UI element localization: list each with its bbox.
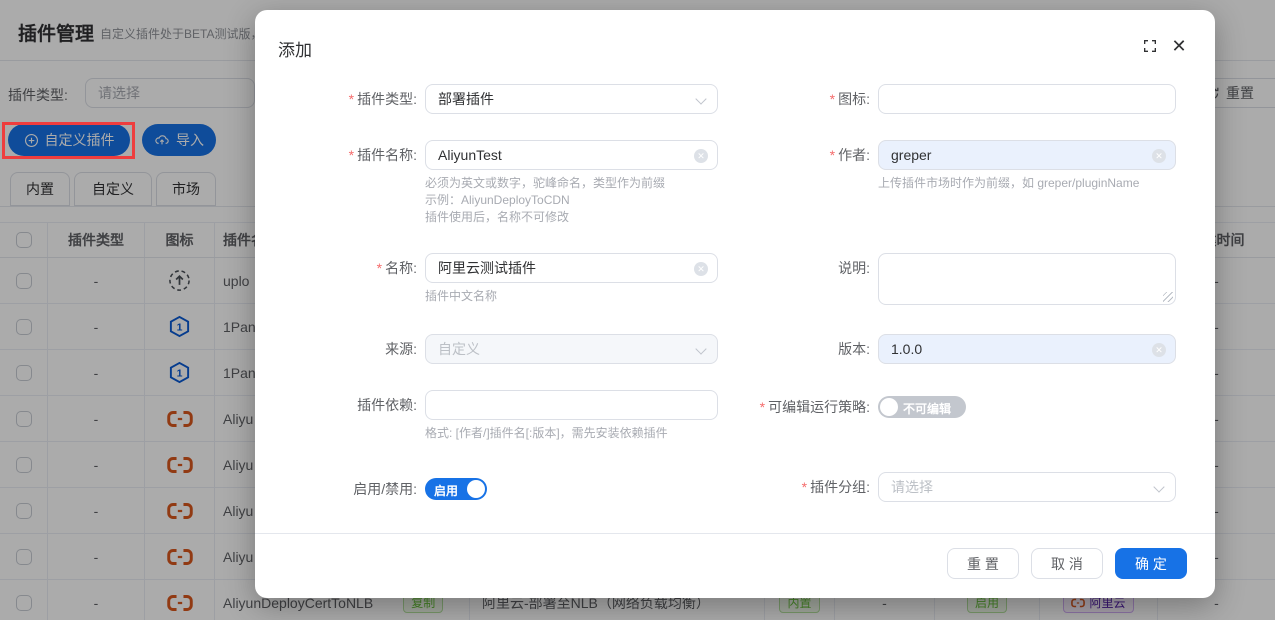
- author-help: 上传插件市场时作为前缀，如 greper/pluginName: [878, 175, 1176, 192]
- plugin-type-value: 部署插件: [438, 89, 494, 109]
- plugin-name-help-3: 插件使用后，名称不可修改: [425, 209, 718, 226]
- plugin-group-select[interactable]: 请选择: [878, 472, 1176, 502]
- enabled-toggle[interactable]: 启用: [425, 478, 487, 500]
- required-asterisk: *: [349, 91, 354, 107]
- description-textarea[interactable]: [878, 253, 1176, 305]
- author-value: greper: [891, 147, 931, 163]
- form-item-plugin-type: *插件类型: 部署插件: [275, 84, 718, 114]
- fullscreen-icon[interactable]: [1141, 37, 1159, 55]
- icon-input[interactable]: [878, 84, 1176, 114]
- name-input[interactable]: 阿里云测试插件 ✕: [425, 253, 718, 283]
- source-value: 自定义: [438, 339, 480, 359]
- enabled-state: 启用: [434, 482, 458, 499]
- plugin-group-placeholder: 请选择: [891, 477, 933, 497]
- plugin-name-input[interactable]: AliyunTest ✕: [425, 140, 718, 170]
- name-value: 阿里云测试插件: [438, 258, 536, 278]
- name-help: 插件中文名称: [425, 288, 718, 305]
- form-item-source: 来源: 自定义: [275, 334, 718, 364]
- source-select: 自定义: [425, 334, 718, 364]
- form-item-icon: *图标:: [685, 84, 1176, 114]
- author-input[interactable]: greper ✕: [878, 140, 1176, 170]
- form-item-version: 版本: 1.0.0 ✕: [685, 334, 1176, 364]
- edit-policy-state: 不可编辑: [903, 400, 951, 417]
- form-item-group: *插件分组: 请选择: [685, 472, 1176, 502]
- form-item-author: *作者: greper ✕ 上传插件市场时作为前缀，如 greper/plugi…: [685, 140, 1176, 192]
- toggle-knob: [467, 480, 485, 498]
- form-item-edit-policy: *可编辑运行策略: 不可编辑: [685, 392, 966, 422]
- highlight-red-box: [2, 122, 135, 159]
- dialog-footer: 重 置 取 消 确 定: [947, 548, 1187, 579]
- form-item-dependencies: 插件依赖: 格式: [作者/]插件名[:版本]，需先安装依赖插件: [275, 390, 718, 442]
- toggle-knob: [880, 398, 898, 416]
- dialog-title: 添加: [278, 36, 312, 61]
- plugin-name-help-1: 必须为英文或数字，驼峰命名，类型作为前缀: [425, 175, 718, 192]
- required-asterisk: *: [377, 260, 382, 276]
- dependencies-input[interactable]: [425, 390, 718, 420]
- resize-handle-icon[interactable]: [1163, 292, 1173, 302]
- required-asterisk: *: [830, 147, 835, 163]
- plugin-name-help-2: 示例：AliyunDeployToCDN: [425, 192, 718, 209]
- form-item-enabled: 启用/禁用: 启用: [275, 474, 487, 504]
- required-asterisk: *: [760, 399, 765, 415]
- form-item-plugin-name: *插件名称: AliyunTest ✕ 必须为英文或数字，驼峰命名，类型作为前缀…: [275, 140, 718, 226]
- edit-policy-toggle[interactable]: 不可编辑: [878, 396, 966, 418]
- clear-icon[interactable]: ✕: [1152, 343, 1166, 357]
- dependencies-help: 格式: [作者/]插件名[:版本]，需先安装依赖插件: [425, 425, 718, 442]
- required-asterisk: *: [830, 91, 835, 107]
- confirm-button[interactable]: 确 定: [1115, 548, 1187, 579]
- screen: 插件管理 自定义插件处于BETA测试版， 插件类型: 请选择 重置 自定义插件 …: [0, 0, 1275, 620]
- version-value: 1.0.0: [891, 341, 922, 357]
- plugin-name-value: AliyunTest: [438, 147, 502, 163]
- required-asterisk: *: [802, 479, 807, 495]
- chevron-down-icon: [1153, 481, 1164, 492]
- close-icon[interactable]: ✕: [1170, 37, 1188, 55]
- footer-divider: [255, 533, 1215, 534]
- clear-icon[interactable]: ✕: [1152, 149, 1166, 163]
- form-item-description: 说明:: [685, 253, 1176, 305]
- form-item-name: *名称: 阿里云测试插件 ✕ 插件中文名称: [275, 253, 718, 305]
- add-plugin-dialog: 添加 ✕ *插件类型: 部署插件 *图标: *插件名称:: [255, 10, 1215, 598]
- required-asterisk: *: [349, 147, 354, 163]
- reset-button[interactable]: 重 置: [947, 548, 1019, 579]
- version-input[interactable]: 1.0.0 ✕: [878, 334, 1176, 364]
- cancel-button[interactable]: 取 消: [1031, 548, 1103, 579]
- plugin-type-select[interactable]: 部署插件: [425, 84, 718, 114]
